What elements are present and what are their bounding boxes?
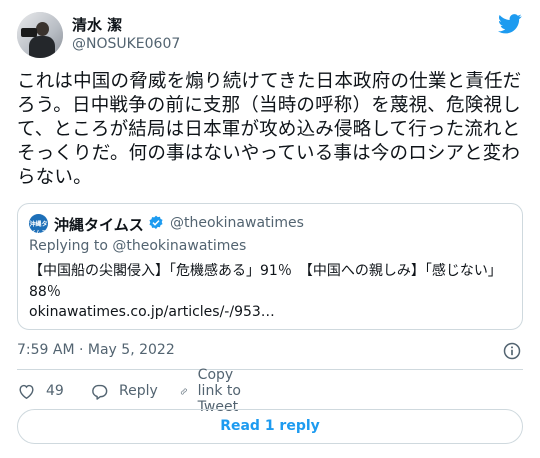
- author-handle[interactable]: @NOSUKE0607: [72, 36, 180, 52]
- copy-link-button[interactable]: Copy link to Tweet: [180, 367, 249, 415]
- tweet-timestamp[interactable]: 7:59 AM · May 5, 2022: [17, 342, 175, 358]
- quoted-tweet[interactable]: 沖縄タイムス 沖縄タイムス @theokinawatimes Replying …: [17, 203, 523, 330]
- read-replies-button[interactable]: Read 1 reply: [17, 409, 523, 444]
- quoted-display-name: 沖縄タイムス: [54, 216, 144, 234]
- reply-label: Reply: [119, 383, 158, 399]
- reply-button[interactable]: Reply: [90, 380, 158, 402]
- like-count: 49: [46, 383, 64, 399]
- quoted-link[interactable]: okinawatimes.co.jp/articles/-/953…: [29, 304, 275, 320]
- quoted-replying-to: Replying to @theokinawatimes: [29, 238, 247, 254]
- avatar[interactable]: [17, 12, 63, 58]
- copy-link-label: Copy link to Tweet: [197, 367, 241, 415]
- quoted-text: 【中国船の尖閣侵入】「危機感ある」91％ 【中国への親しみ】「感じない」88％: [29, 263, 502, 300]
- twitter-bird-icon[interactable]: [498, 14, 522, 34]
- heart-icon: [19, 384, 34, 399]
- reply-icon: [92, 384, 108, 400]
- verified-badge-icon: [149, 215, 163, 229]
- link-icon: [180, 388, 187, 394]
- like-button[interactable]: 49: [17, 380, 64, 402]
- author-display-name[interactable]: 清水 潔: [72, 14, 122, 35]
- quoted-avatar: 沖縄タイムス: [29, 214, 48, 233]
- divider: [17, 369, 523, 370]
- quoted-avatar-text: 沖縄タイムス: [29, 221, 48, 233]
- info-icon[interactable]: [502, 341, 522, 361]
- tweet-card: 清水 潔 @NOSUKE0607 これは中国の脅威を煽り続けてきた日本政府の仕業…: [0, 0, 540, 458]
- tweet-text: これは中国の脅威を煽り続けてきた日本政府の仕業と責任だろう。日中戦争の前に支那（…: [17, 71, 522, 188]
- quoted-handle: @theokinawatimes: [170, 215, 304, 231]
